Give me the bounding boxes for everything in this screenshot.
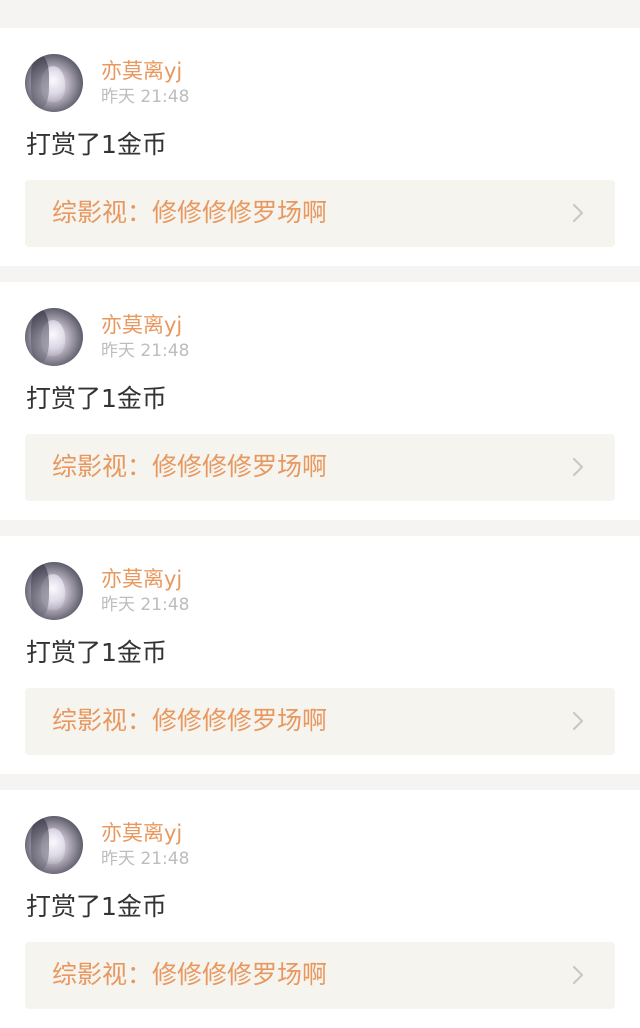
reward-action-text: 打赏了1金币 — [26, 130, 167, 159]
story-link-card[interactable]: 综影视：修修修修罗场啊 — [25, 180, 615, 247]
feed-top-divider — [0, 0, 640, 12]
notification-item: 亦莫离yj 昨天 21:48 打赏了1金币 综影视：修修修修罗场啊 — [0, 536, 640, 774]
story-link-title: 综影视：修修修修罗场啊 — [52, 960, 328, 989]
user-avatar[interactable] — [25, 308, 83, 366]
user-avatar[interactable] — [25, 54, 83, 112]
chevron-right-icon — [572, 711, 584, 731]
timestamp: 昨天 21:48 — [101, 87, 190, 107]
user-avatar[interactable] — [25, 562, 83, 620]
story-link-title: 综影视：修修修修罗场啊 — [52, 198, 328, 227]
story-link-card[interactable]: 综影视：修修修修罗场啊 — [25, 434, 615, 501]
story-link-title: 综影视：修修修修罗场啊 — [52, 706, 328, 735]
notification-feed: 亦莫离yj 昨天 21:48 打赏了1金币 综影视：修修修修罗场啊 亦莫离yj … — [0, 0, 640, 1028]
user-avatar[interactable] — [25, 816, 83, 874]
chevron-right-icon — [572, 203, 584, 223]
chevron-right-icon — [572, 965, 584, 985]
story-link-card[interactable]: 综影视：修修修修罗场啊 — [25, 942, 615, 1009]
username-link[interactable]: 亦莫离yj — [101, 58, 182, 84]
reward-action-text: 打赏了1金币 — [26, 384, 167, 413]
timestamp: 昨天 21:48 — [101, 849, 190, 869]
notification-item: 亦莫离yj 昨天 21:48 打赏了1金币 综影视：修修修修罗场啊 — [0, 28, 640, 266]
reward-action-text: 打赏了1金币 — [26, 638, 167, 667]
timestamp: 昨天 21:48 — [101, 595, 190, 615]
timestamp: 昨天 21:48 — [101, 341, 190, 361]
username-link[interactable]: 亦莫离yj — [101, 312, 182, 338]
username-link[interactable]: 亦莫离yj — [101, 566, 182, 592]
story-link-card[interactable]: 综影视：修修修修罗场啊 — [25, 688, 615, 755]
notification-item: 亦莫离yj 昨天 21:48 打赏了1金币 综影视：修修修修罗场啊 — [0, 282, 640, 520]
username-link[interactable]: 亦莫离yj — [101, 820, 182, 846]
reward-action-text: 打赏了1金币 — [26, 892, 167, 921]
notification-item: 亦莫离yj 昨天 21:48 打赏了1金币 综影视：修修修修罗场啊 — [0, 790, 640, 1028]
story-link-title: 综影视：修修修修罗场啊 — [52, 452, 328, 481]
chevron-right-icon — [572, 457, 584, 477]
